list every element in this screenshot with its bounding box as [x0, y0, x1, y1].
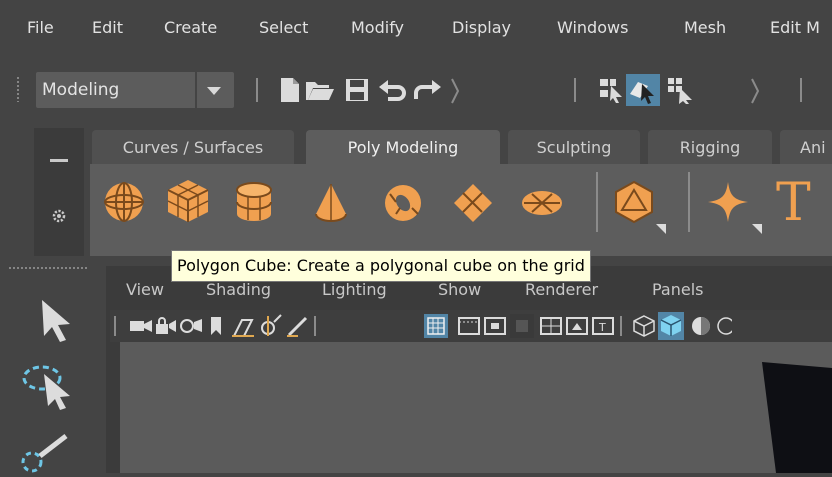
select-by-object-icon[interactable]	[626, 74, 660, 106]
plane-icon[interactable]	[452, 182, 494, 228]
safe-title-icon[interactable]: T	[592, 316, 614, 340]
select-by-hierarchy-icon[interactable]	[598, 76, 624, 108]
gate-mask-icon[interactable]	[510, 314, 534, 338]
cone-icon[interactable]	[314, 182, 348, 228]
tab-sculpting[interactable]: Sculpting	[508, 130, 640, 164]
grid-icon[interactable]	[424, 314, 448, 338]
camera-attributes-icon[interactable]	[180, 316, 202, 340]
toolbar-separator	[114, 316, 116, 336]
default-material-icon[interactable]	[690, 314, 712, 342]
gear-icon[interactable]	[52, 208, 66, 227]
torus-icon[interactable]	[382, 182, 424, 228]
svg-text:T: T	[598, 321, 606, 334]
tab-curves-surfaces[interactable]: Curves / Surfaces	[92, 130, 294, 164]
menu-edit[interactable]: Edit	[92, 18, 123, 37]
tooltip: Polygon Cube: Create a polygonal cube on…	[171, 250, 591, 282]
mode-selector-value: Modeling	[42, 80, 120, 100]
toolbar-grip[interactable]	[16, 76, 20, 102]
toolbar-separator	[574, 78, 576, 102]
field-chart-icon[interactable]	[540, 316, 562, 340]
lock-camera-icon[interactable]	[154, 316, 176, 340]
menu-create[interactable]: Create	[164, 18, 217, 37]
cylinder-icon[interactable]	[234, 180, 274, 228]
scene-object[interactable]	[762, 362, 832, 473]
save-scene-icon[interactable]	[345, 78, 369, 106]
panel-menu-view[interactable]: View	[126, 280, 164, 299]
grease-pencil-icon[interactable]	[286, 314, 308, 342]
menu-bar: File Edit Create Select Modify Display W…	[0, 0, 832, 58]
safe-action-icon[interactable]	[566, 316, 588, 340]
paint-select-tool-icon[interactable]	[20, 432, 76, 477]
open-scene-icon[interactable]	[305, 78, 335, 106]
panel-menu-panels[interactable]: Panels	[652, 280, 704, 299]
viewport-3d[interactable]	[120, 342, 832, 473]
toolbar-separator	[620, 316, 622, 336]
toolbar-separator	[314, 316, 316, 336]
sweep-mesh-icon[interactable]	[706, 180, 762, 240]
bookmark-icon[interactable]	[210, 316, 222, 340]
menu-mesh[interactable]: Mesh	[684, 18, 726, 37]
resolution-gate-icon[interactable]	[484, 316, 506, 340]
camera-icon[interactable]	[130, 318, 152, 338]
shelf-side-controls	[34, 128, 84, 256]
smooth-shade-icon[interactable]	[658, 312, 684, 340]
toolbar-separator	[800, 78, 802, 102]
shelf-separator	[596, 172, 598, 232]
text-icon[interactable]: T	[776, 173, 832, 236]
tab-rigging[interactable]: Rigging	[648, 130, 772, 164]
shelf-menu-icon[interactable]	[50, 152, 68, 171]
menu-select[interactable]: Select	[259, 18, 308, 37]
platonic-icon[interactable]	[612, 180, 668, 240]
svg-text:T: T	[776, 176, 811, 232]
menu-modify[interactable]: Modify	[351, 18, 404, 37]
select-tool-icon[interactable]	[38, 298, 74, 346]
select-by-component-icon[interactable]	[666, 76, 694, 108]
disc-icon[interactable]	[520, 188, 564, 222]
redo-icon[interactable]	[412, 79, 442, 105]
textured-icon[interactable]	[716, 314, 735, 342]
tab-animation[interactable]: Ani	[780, 130, 832, 164]
image-plane-icon[interactable]	[232, 316, 254, 342]
wireframe-icon[interactable]	[632, 314, 656, 342]
menu-windows[interactable]: Windows	[557, 18, 628, 37]
panel-menu-renderer[interactable]: Renderer	[525, 280, 598, 299]
menu-display[interactable]: Display	[452, 18, 511, 37]
new-scene-icon[interactable]	[278, 76, 302, 108]
toolbar-separator	[256, 78, 258, 102]
cube-icon[interactable]	[166, 178, 210, 228]
2d-pan-zoom-icon[interactable]	[258, 314, 282, 342]
tool-box-grip	[8, 266, 88, 270]
film-gate-icon[interactable]	[458, 316, 480, 340]
collapse-arrow-icon[interactable]	[750, 78, 760, 108]
collapse-arrow-icon[interactable]	[450, 78, 460, 108]
panel-menu-lighting[interactable]: Lighting	[322, 280, 387, 299]
panel-menu-shading[interactable]: Shading	[206, 280, 271, 299]
menu-file[interactable]: File	[27, 18, 54, 37]
menu-edit-mesh[interactable]: Edit M	[770, 18, 820, 37]
chevron-down-icon[interactable]	[194, 72, 234, 108]
tab-poly-modeling[interactable]: Poly Modeling	[306, 130, 500, 164]
lasso-tool-icon[interactable]	[20, 362, 76, 414]
sphere-icon[interactable]	[102, 180, 146, 228]
panel-menu-show[interactable]: Show	[438, 280, 481, 299]
shelf-separator	[688, 172, 690, 232]
undo-icon[interactable]	[378, 79, 408, 105]
